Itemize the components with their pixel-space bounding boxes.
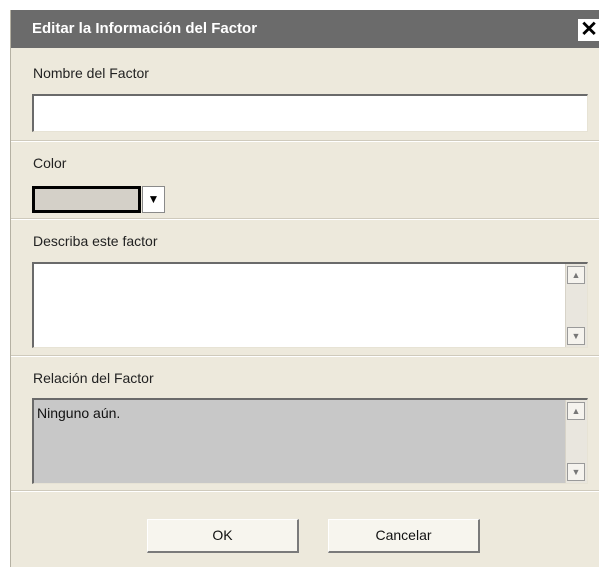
- relation-label: Relación del Factor: [33, 370, 154, 386]
- description-textarea[interactable]: ▲ ▼: [32, 262, 588, 348]
- close-icon: ✕: [580, 18, 598, 41]
- description-scrollbar[interactable]: ▲ ▼: [565, 264, 587, 347]
- divider: [11, 490, 599, 492]
- close-button[interactable]: ✕: [578, 19, 599, 41]
- edit-factor-dialog: Editar la Información del Factor ✕ Nombr…: [10, 10, 599, 567]
- arrow-up-icon: ▲: [571, 406, 581, 416]
- color-dropdown-button[interactable]: ▼: [142, 186, 165, 213]
- scroll-down-button[interactable]: ▼: [567, 327, 585, 345]
- dialog-title: Editar la Información del Factor: [32, 20, 258, 37]
- chevron-down-icon: ▼: [147, 192, 160, 206]
- scroll-down-button[interactable]: ▼: [567, 463, 585, 481]
- description-label: Describa este factor: [33, 233, 158, 249]
- color-label: Color: [33, 155, 67, 171]
- ok-button[interactable]: OK: [147, 519, 299, 553]
- divider: [11, 140, 599, 142]
- scroll-up-button[interactable]: ▲: [567, 266, 585, 284]
- relation-scrollbar[interactable]: ▲ ▼: [565, 400, 587, 483]
- relation-textarea[interactable]: Ninguno aún. ▲ ▼: [32, 398, 588, 484]
- color-swatch[interactable]: [32, 186, 141, 213]
- scroll-up-button[interactable]: ▲: [567, 402, 585, 420]
- divider: [11, 355, 599, 357]
- factor-name-input[interactable]: [32, 94, 588, 132]
- relation-text: Ninguno aún.: [37, 405, 121, 421]
- cancel-button[interactable]: Cancelar: [328, 519, 480, 553]
- arrow-down-icon: ▼: [571, 331, 581, 341]
- arrow-up-icon: ▲: [571, 270, 581, 280]
- color-select[interactable]: ▼: [32, 186, 165, 213]
- arrow-down-icon: ▼: [571, 467, 581, 477]
- factor-name-label: Nombre del Factor: [33, 65, 149, 81]
- divider: [11, 218, 599, 220]
- dialog-titlebar: Editar la Información del Factor ✕: [11, 10, 599, 48]
